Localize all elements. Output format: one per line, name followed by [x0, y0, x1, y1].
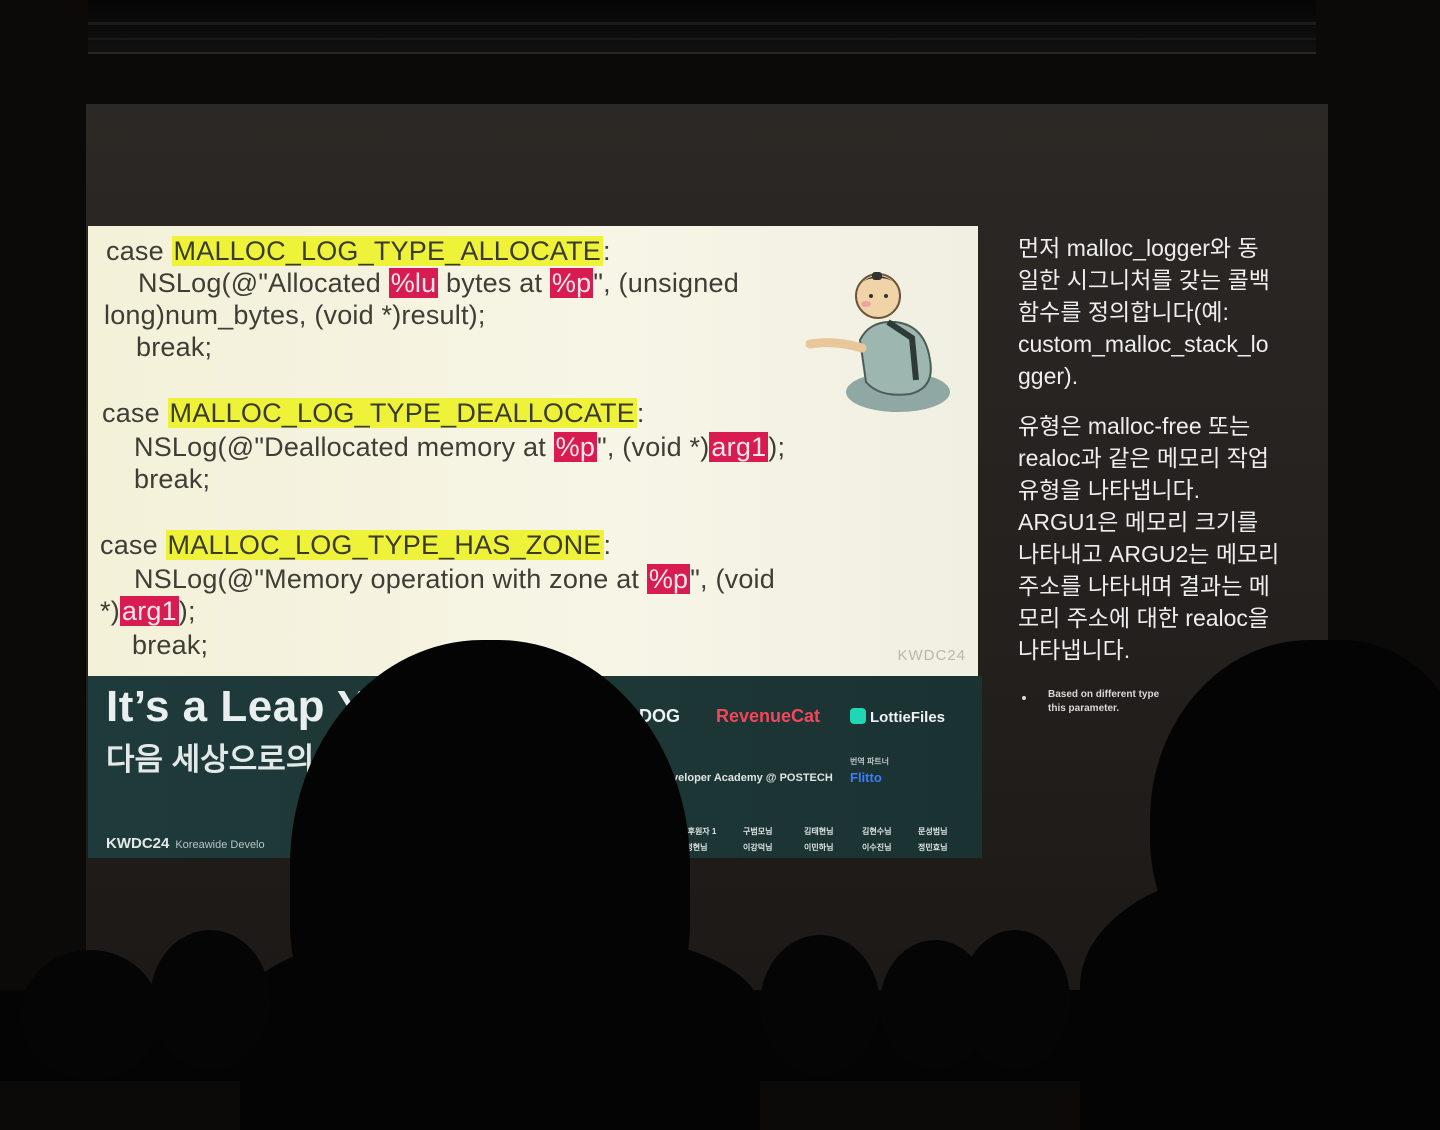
credit-name: 정민효님 [918, 843, 948, 852]
academy-logo: Developer Academy @ POSTECH [658, 772, 833, 784]
banner-subtitle: 다음 세상으로의 [106, 742, 315, 777]
code-text: break; [132, 630, 209, 660]
credit-name: 문성범님 [918, 827, 948, 836]
code-case-highlight: MALLOC_LOG_TYPE_ALLOCATE [171, 236, 604, 266]
code-text: *) [100, 596, 120, 626]
code-text: : [636, 398, 645, 428]
translate-partner-label: 번역 파트너 [850, 757, 890, 766]
code-line: NSLog(@"Memory operation with zone at %p… [134, 564, 775, 595]
stage-truss [88, 0, 1316, 54]
code-line: break; [136, 332, 212, 363]
code-text: : [603, 530, 612, 560]
code-line: break; [134, 464, 210, 495]
credit-name: 구범모님 [743, 827, 773, 836]
audience-crowd [0, 930, 1440, 1081]
monk-illustration [805, 272, 950, 412]
code-text: break; [134, 464, 211, 494]
code-line: NSLog(@"Deallocated memory at %p", (void… [134, 432, 785, 463]
code-line: case MALLOC_LOG_TYPE_ALLOCATE: [106, 236, 611, 267]
code-text: case [100, 530, 166, 560]
code-text: ); [178, 596, 196, 626]
credit-name: 김태현님 [804, 827, 834, 836]
code-text: case [106, 236, 172, 266]
code-text: NSLog(@"Allocated [138, 268, 389, 298]
code-text: long)num_bytes, (void *)result); [104, 300, 486, 330]
credit-name: 이수진님 [862, 843, 892, 852]
lottiefiles-icon [850, 708, 866, 724]
bullet-icon [1022, 696, 1026, 700]
code-arg-highlight: %lu [388, 268, 439, 298]
code-case-highlight: MALLOC_LOG_TYPE_HAS_ZONE [165, 530, 604, 560]
code-text: ", (void *) [597, 432, 710, 462]
code-text: ", (unsigned [593, 268, 739, 298]
lottiefiles-logo: LottieFiles [850, 708, 945, 726]
flitto-logo: Flitto [850, 770, 882, 785]
code-text: bytes at [438, 268, 550, 298]
code-line: case MALLOC_LOG_TYPE_DEALLOCATE: [102, 398, 645, 429]
code-arg-highlight: arg1 [709, 432, 769, 462]
code-arg-highlight: %p [646, 564, 691, 594]
notes-paragraph-1: 먼저 malloc_logger와 동 일한 시그니처를 갖는 콜백 함수를 정… [1018, 235, 1270, 389]
code-line: case MALLOC_LOG_TYPE_HAS_ZONE: [100, 530, 611, 561]
credit-name: 이강덕님 [743, 843, 773, 852]
speaker-notes: 먼저 malloc_logger와 동 일한 시그니처를 갖는 콜백 함수를 정… [1018, 232, 1308, 714]
notes-footnote: Based on different type this parameter. [1022, 688, 1182, 716]
slide-watermark: KWDC24 [897, 647, 966, 664]
code-line: long)num_bytes, (void *)result); [104, 300, 486, 331]
code-text: NSLog(@"Deallocated memory at [134, 432, 554, 462]
credit-name: 김현수님 [862, 827, 892, 836]
banner-footer: KWDC24 Koreawide Develo [106, 835, 265, 852]
code-line: *)arg1); [100, 596, 196, 627]
code-text: break; [136, 332, 213, 362]
code-arg-highlight: %p [553, 432, 598, 462]
code-text: case [102, 398, 168, 428]
code-case-highlight: MALLOC_LOG_TYPE_DEALLOCATE [167, 398, 637, 428]
notes-paragraph-2: 유형은 malloc-free 또는 realoc과 같은 메모리 작업 유형을… [1018, 413, 1280, 663]
code-text: ", (void [690, 564, 775, 594]
banner-title: It’s a Leap Y [106, 682, 367, 731]
code-text: : [603, 236, 611, 266]
code-text: NSLog(@"Memory operation with zone at [134, 564, 647, 594]
revenuecat-logo: RevenueCat [716, 706, 821, 726]
code-line: break; [132, 630, 208, 661]
code-arg-highlight: arg1 [119, 596, 179, 626]
code-text: ); [768, 432, 786, 462]
code-arg-highlight: %p [549, 268, 594, 298]
credit-name: 이민하님 [804, 843, 834, 852]
code-line: NSLog(@"Allocated %lu bytes at %p", (uns… [138, 268, 739, 299]
